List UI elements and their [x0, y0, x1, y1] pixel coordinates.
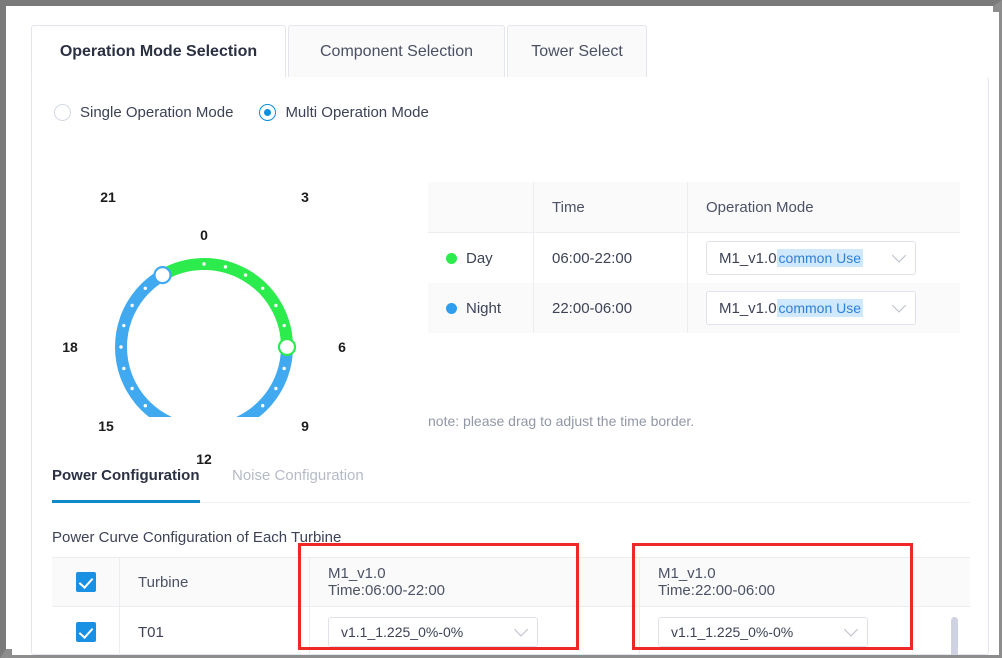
- subtab-label: Noise Configuration: [232, 467, 364, 484]
- select-value: M1_v1.0: [719, 299, 777, 317]
- clock-handle-night-start[interactable]: [153, 266, 172, 285]
- clock-label-21: 21: [100, 189, 116, 205]
- operation-mode-select-night[interactable]: M1_v1.0 common Use: [706, 291, 916, 325]
- radio-icon-unchecked: [54, 104, 71, 121]
- operation-mode-select-day[interactable]: M1_v1.0 common Use: [706, 241, 916, 275]
- row-turbine-name: T01: [120, 607, 310, 655]
- radio-label: Multi Operation Mode: [285, 104, 429, 121]
- clock-label-12: 12: [196, 451, 212, 467]
- tab-tower-select[interactable]: Tower Select: [507, 25, 647, 78]
- operation-mode-panel: Single Operation Mode Multi Operation Mo…: [31, 77, 989, 655]
- row-night-curve-cell: v1.1_1.225_0%-0%: [640, 607, 970, 655]
- header-mode-name: M1_v1.0: [328, 565, 386, 582]
- clock-ring[interactable]: [115, 258, 297, 417]
- select-value: v1.1_1.225_0%-0%: [341, 624, 464, 640]
- tab-label: Tower Select: [531, 42, 623, 60]
- drag-note: note: please drag to adjust the time bor…: [428, 413, 695, 429]
- row-select-cell: [52, 607, 120, 655]
- tab-label: Operation Mode Selection: [59, 42, 258, 60]
- chevron-down-icon: [513, 622, 529, 637]
- chevron-down-icon: [843, 622, 859, 637]
- tab-label: Component Selection: [320, 42, 473, 60]
- day-arc[interactable]: [159, 258, 293, 348]
- vertical-scrollbar-thumb[interactable]: [951, 617, 958, 655]
- row-label: Night: [466, 299, 502, 317]
- subtab-noise-configuration[interactable]: Noise Configuration: [232, 467, 364, 502]
- table-header-row: Time Operation Mode: [428, 182, 960, 233]
- clock-label-3: 3: [301, 189, 309, 205]
- select-badge-common-use: common Use: [776, 249, 864, 267]
- screenshot-frame: Operation Mode Selection Component Selec…: [0, 0, 1002, 658]
- row-time: 06:00-22:00: [534, 233, 688, 283]
- night-dot-icon: [446, 302, 457, 314]
- clock-label-9: 9: [301, 418, 309, 434]
- header-mode-time: Time:06:00-22:00: [328, 582, 446, 599]
- power-curve-select-day-t01[interactable]: v1.1_1.225_0%-0%: [328, 617, 538, 647]
- row-checkbox[interactable]: [75, 622, 96, 642]
- row-legend-day: Day: [428, 233, 534, 283]
- row-label: Day: [466, 249, 493, 267]
- header-cell-operation-mode: Operation Mode: [706, 198, 814, 216]
- operation-mode-radio-group: Single Operation Mode Multi Operation Mo…: [54, 104, 429, 121]
- day-dot-icon: [446, 252, 457, 264]
- header-select-all-cell: [52, 558, 120, 606]
- select-value: M1_v1.0: [719, 249, 777, 267]
- subtab-power-configuration[interactable]: Power Configuration: [52, 467, 200, 503]
- row-day-curve-cell: v1.1_1.225_0%-0%: [310, 607, 640, 655]
- header-mode-name: M1_v1.0: [658, 565, 716, 582]
- tab-operation-mode-selection[interactable]: Operation Mode Selection: [31, 25, 286, 78]
- radio-label: Single Operation Mode: [80, 104, 234, 121]
- section-title: Power Curve Configuration of Each Turbin…: [52, 529, 342, 546]
- radio-icon-checked: [259, 104, 277, 121]
- turbine-power-curve-table: Turbine M1_v1.0 Time:06:00-22:00 M1_v1.0…: [52, 557, 970, 655]
- row-mode-cell: M1_v1.0 common Use: [688, 283, 960, 333]
- power-curve-select-night-t01[interactable]: v1.1_1.225_0%-0%: [658, 617, 868, 647]
- header-cell-blank: [428, 182, 534, 232]
- table-header-row: Turbine M1_v1.0 Time:06:00-22:00 M1_v1.0…: [52, 557, 970, 607]
- header-cell-time: Time: [534, 182, 688, 232]
- clock-label-6: 6: [338, 339, 346, 355]
- chevron-down-icon: [891, 298, 907, 313]
- table-row: Day 06:00-22:00 M1_v1.0 common Use: [428, 233, 960, 283]
- clock-handle-day-start[interactable]: [277, 337, 297, 357]
- subtab-label: Power Configuration: [52, 467, 200, 484]
- row-time: 22:00-06:00: [534, 283, 688, 333]
- time-border-clock[interactable]: 0 3 6 9 12 15 18 21: [52, 152, 392, 467]
- header-cell-day-mode: M1_v1.0 Time:06:00-22:00: [310, 558, 640, 606]
- row-mode-cell: M1_v1.0 common Use: [688, 233, 960, 283]
- clock-label-0: 0: [200, 227, 208, 243]
- chevron-down-icon: [891, 248, 907, 263]
- header-cell-night-mode: M1_v1.0 Time:22:00-06:00: [640, 558, 970, 606]
- main-tabstrip: Operation Mode Selection Component Selec…: [31, 25, 989, 78]
- operation-mode-table: Time Operation Mode Day 06:00-22:00 M1_v…: [428, 182, 960, 333]
- select-value: v1.1_1.225_0%-0%: [671, 624, 794, 640]
- header-mode-time: Time:22:00-06:00: [658, 582, 776, 599]
- header-cell-turbine: Turbine: [120, 558, 310, 606]
- clock-label-18: 18: [62, 339, 78, 355]
- select-badge-common-use: common Use: [776, 299, 864, 317]
- night-arc[interactable]: [115, 269, 293, 417]
- radio-single-operation-mode[interactable]: Single Operation Mode: [54, 104, 233, 121]
- clock-label-15: 15: [98, 418, 114, 434]
- app-viewport: Operation Mode Selection Component Selec…: [12, 12, 999, 655]
- tab-component-selection[interactable]: Component Selection: [288, 25, 505, 78]
- table-row: T01 v1.1_1.225_0%-0% v1.1_1.225_0%-0%: [52, 607, 970, 655]
- configuration-subtabs: Power Configuration Noise Configuration: [52, 467, 970, 503]
- select-all-checkbox[interactable]: [75, 572, 96, 592]
- table-row: Night 22:00-06:00 M1_v1.0 common Use: [428, 283, 960, 333]
- radio-multi-operation-mode[interactable]: Multi Operation Mode: [259, 104, 429, 121]
- row-legend-night: Night: [428, 283, 534, 333]
